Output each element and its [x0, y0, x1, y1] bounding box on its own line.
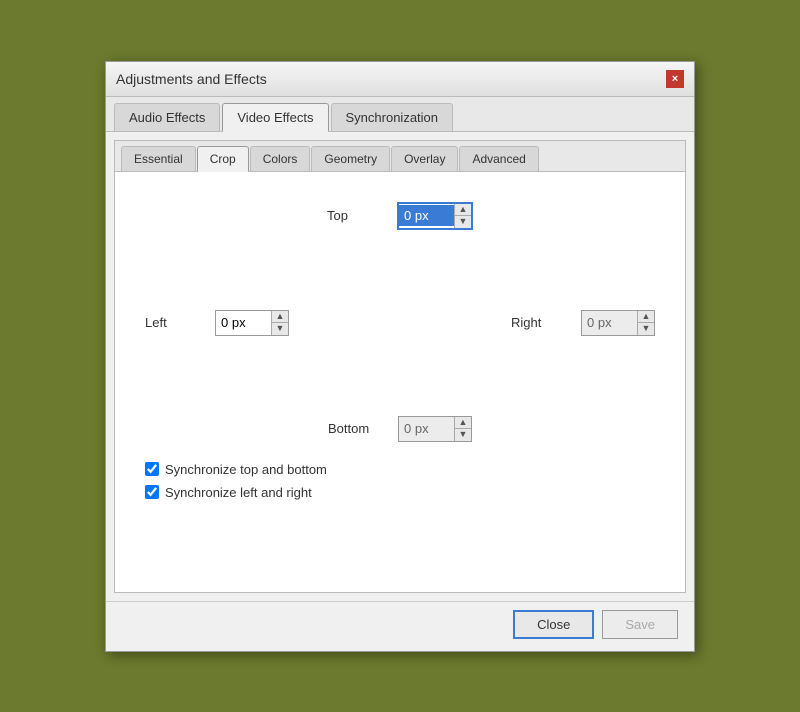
- dialog-title: Adjustments and Effects: [116, 71, 267, 87]
- subtab-essential[interactable]: Essential: [121, 146, 196, 171]
- tab-synchronization[interactable]: Synchronization: [331, 103, 454, 131]
- left-field: Left ▲ ▼: [145, 310, 289, 336]
- right-spinbox-up[interactable]: ▲: [638, 311, 654, 323]
- left-input[interactable]: [216, 312, 271, 333]
- adjustments-dialog: Adjustments and Effects × Audio Effects …: [105, 61, 695, 652]
- right-spinbox-buttons: ▲ ▼: [637, 311, 654, 335]
- right-label: Right: [511, 315, 571, 330]
- left-spinbox[interactable]: ▲ ▼: [215, 310, 289, 336]
- sync-left-right-row: Synchronize left and right: [145, 485, 655, 500]
- subtab-advanced[interactable]: Advanced: [459, 146, 538, 171]
- left-spinbox-up[interactable]: ▲: [272, 311, 288, 323]
- middle-field-row: Left ▲ ▼ Right ▲: [145, 310, 655, 336]
- subtab-crop[interactable]: Crop: [197, 146, 249, 172]
- subtab-overlay[interactable]: Overlay: [391, 146, 458, 171]
- right-input[interactable]: [582, 312, 637, 333]
- crop-panel: Top ▲ ▼ Left ▲ ▼: [115, 172, 685, 592]
- close-button[interactable]: Close: [513, 610, 594, 639]
- sync-top-bottom-label: Synchronize top and bottom: [165, 462, 327, 477]
- top-spinbox-buttons: ▲ ▼: [454, 204, 471, 228]
- left-spinbox-buttons: ▲ ▼: [271, 311, 288, 335]
- right-field: Right ▲ ▼: [511, 310, 655, 336]
- left-spinbox-down[interactable]: ▼: [272, 323, 288, 335]
- bottom-spinbox-buttons: ▲ ▼: [454, 417, 471, 441]
- bottom-label: Bottom: [328, 421, 388, 436]
- subtab-geometry[interactable]: Geometry: [311, 146, 390, 171]
- top-tab-bar: Audio Effects Video Effects Synchronizat…: [106, 97, 694, 132]
- top-label: Top: [327, 208, 387, 223]
- title-bar: Adjustments and Effects ×: [106, 62, 694, 97]
- bottom-spinbox[interactable]: ▲ ▼: [398, 416, 472, 442]
- sync-top-bottom-checkbox[interactable]: [145, 462, 159, 476]
- right-spinbox-down[interactable]: ▼: [638, 323, 654, 335]
- dialog-footer: Close Save: [106, 601, 694, 651]
- top-spinbox-down[interactable]: ▼: [455, 216, 471, 228]
- save-button[interactable]: Save: [602, 610, 678, 639]
- tab-audio-effects[interactable]: Audio Effects: [114, 103, 220, 131]
- top-spinbox[interactable]: ▲ ▼: [397, 202, 473, 230]
- right-spinbox[interactable]: ▲ ▼: [581, 310, 655, 336]
- content-area: Essential Crop Colors Geometry Overlay A…: [114, 140, 686, 593]
- bottom-field-row: Bottom ▲ ▼: [145, 416, 655, 442]
- subtab-colors[interactable]: Colors: [250, 146, 311, 171]
- bottom-input[interactable]: [399, 418, 454, 439]
- sub-tab-bar: Essential Crop Colors Geometry Overlay A…: [115, 141, 685, 172]
- bottom-spinbox-down[interactable]: ▼: [455, 429, 471, 441]
- sync-left-right-label: Synchronize left and right: [165, 485, 312, 500]
- title-close-button[interactable]: ×: [666, 70, 684, 88]
- bottom-spinbox-up[interactable]: ▲: [455, 417, 471, 429]
- left-label: Left: [145, 315, 205, 330]
- top-input[interactable]: [399, 205, 454, 226]
- sync-top-bottom-row: Synchronize top and bottom: [145, 462, 655, 477]
- top-field-row: Top ▲ ▼: [145, 202, 655, 230]
- tab-video-effects[interactable]: Video Effects: [222, 103, 328, 132]
- sync-left-right-checkbox[interactable]: [145, 485, 159, 499]
- top-spinbox-up[interactable]: ▲: [455, 204, 471, 216]
